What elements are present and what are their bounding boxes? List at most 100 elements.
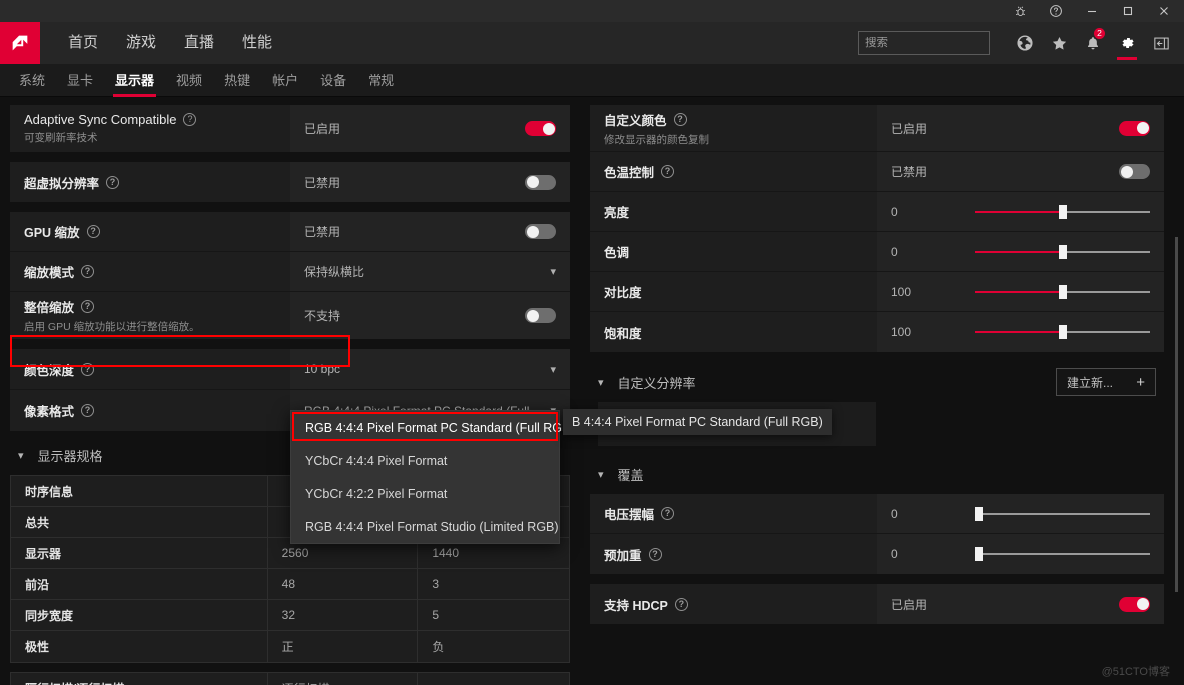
chevron-down-icon[interactable]: ▾ — [18, 449, 24, 462]
help-icon[interactable]: ? — [81, 362, 95, 376]
help-icon[interactable]: ? — [673, 112, 687, 126]
notifications-bell-icon[interactable]: 2 — [1076, 22, 1110, 64]
tab-system[interactable]: 系统 — [8, 64, 56, 97]
row-subtitle: 可变刷新率技术 — [24, 132, 98, 144]
contrast-slider[interactable] — [975, 284, 1150, 299]
tab-account[interactable]: 帐户 — [261, 64, 309, 97]
row-hdcp-support[interactable]: 支持 HDCP ? 已启用 — [590, 584, 1164, 624]
tab-graphics[interactable]: 显卡 — [56, 64, 104, 97]
tab-general[interactable]: 常规 — [357, 64, 405, 97]
row-adaptive-sync[interactable]: Adaptive Sync Compatible ? 可变刷新率技术 已启用 — [10, 105, 570, 152]
close-button[interactable] — [1146, 0, 1182, 22]
contrast-value: 100 — [891, 284, 912, 299]
row-value[interactable]: 保持纵横比 ▾ — [290, 252, 570, 291]
help-icon[interactable]: ? — [106, 175, 120, 189]
settings-tabbar: 系统 显卡 显示器 视频 热键 帐户 设备 常规 — [0, 64, 1184, 97]
star-icon[interactable] — [1042, 22, 1076, 64]
brightness-slider[interactable] — [975, 204, 1150, 219]
pixel-format-dropdown[interactable]: RGB 4:4:4 Pixel Format PC Standard (Full… — [290, 410, 575, 544]
row-color-depth[interactable]: 颜色深度 ? 10 bpc ▾ — [10, 349, 570, 390]
chevron-down-icon[interactable]: ▾ — [598, 376, 604, 389]
bug-report-icon[interactable] — [1002, 0, 1038, 22]
row-hue[interactable]: 色调 0 — [590, 232, 1164, 272]
tab-video[interactable]: 视频 — [165, 64, 213, 97]
custom-color-group: 自定义颜色 ? 修改显示器的颜色复制 已启用 色温控制 ? 已禁用 亮度 0 色… — [590, 105, 1164, 352]
row-value-text: 已禁用 — [304, 225, 341, 239]
settings-gear-icon[interactable] — [1110, 22, 1144, 64]
color-temp-toggle[interactable] — [1119, 164, 1150, 179]
help-icon[interactable]: ? — [674, 597, 688, 611]
custom-color-toggle[interactable] — [1119, 120, 1150, 136]
minimize-button[interactable] — [1074, 0, 1110, 22]
row-voltage-swing[interactable]: 电压摆幅 ? 0 — [590, 494, 1164, 534]
dropdown-option-rgb-limited[interactable]: RGB 4:4:4 Pixel Format Studio (Limited R… — [291, 510, 559, 543]
row-title: 预加重 — [604, 548, 642, 563]
help-icon[interactable]: ? — [648, 547, 662, 561]
help-icon[interactable] — [1038, 0, 1074, 22]
section-title: 显示器规格 — [37, 448, 103, 464]
help-icon[interactable]: ? — [86, 225, 100, 238]
voltage-swing-slider[interactable] — [974, 506, 1150, 521]
row-saturation[interactable]: 饱和度 100 — [590, 312, 1164, 352]
row-contrast[interactable]: 对比度 100 — [590, 272, 1164, 312]
section-title: 自定义分辨率 — [617, 375, 696, 391]
help-icon[interactable]: ? — [81, 265, 95, 278]
dropdown-option-ycbcr-444[interactable]: YCbCr 4:4:4 Pixel Format — [291, 444, 559, 477]
row-gpu-scaling[interactable]: GPU 缩放 ? 已禁用 — [10, 212, 570, 252]
dropdown-option-ycbcr-422[interactable]: YCbCr 4:2:2 Pixel Format — [291, 477, 559, 510]
collapse-panel-icon[interactable] — [1144, 22, 1178, 64]
row-custom-color[interactable]: 自定义颜色 ? 修改显示器的颜色复制 已启用 — [590, 105, 1164, 152]
pre-emphasis-slider[interactable] — [974, 547, 1150, 561]
nav-item-gaming[interactable]: 游戏 — [112, 22, 170, 64]
row-label: 整倍缩放 ? 启用 GPU 缩放功能以进行整倍缩放。 — [10, 292, 290, 339]
row-title: 颜色深度 — [24, 363, 75, 378]
nav-item-streaming[interactable]: 直播 — [170, 22, 228, 64]
amd-logo-icon[interactable] — [0, 22, 40, 64]
row-label: 支持 HDCP ? — [590, 584, 877, 624]
nav-item-performance[interactable]: 性能 — [228, 22, 286, 64]
nav-item-home[interactable]: 首页 — [54, 22, 112, 64]
help-icon[interactable]: ? — [661, 165, 675, 178]
globe-icon[interactable] — [1008, 22, 1042, 64]
chevron-down-icon[interactable]: ▾ — [550, 265, 556, 278]
virtual-super-resolution-group: 超虚拟分辨率 ? 已禁用 — [10, 162, 570, 202]
row-value[interactable]: 10 bpc ▾ — [290, 349, 570, 389]
row-pre-emphasis[interactable]: 预加重 ? 0 — [590, 534, 1164, 574]
help-icon[interactable]: ? — [183, 113, 197, 126]
adaptive-sync-toggle[interactable] — [525, 121, 556, 136]
cell-label: 显示器 — [11, 538, 268, 568]
integer-scaling-toggle[interactable] — [525, 308, 556, 323]
row-integer-scaling[interactable]: 整倍缩放 ? 启用 GPU 缩放功能以进行整倍缩放。 不支持 — [10, 292, 570, 339]
search-input[interactable] — [865, 37, 1019, 49]
help-icon[interactable]: ? — [81, 300, 95, 313]
table-row: 前沿 48 3 — [11, 569, 569, 600]
custom-resolution-section-header[interactable]: ▾ 自定义分辨率 建立新... + — [590, 362, 1164, 402]
row-title: 像素格式 — [24, 405, 75, 419]
maximize-button[interactable] — [1110, 0, 1146, 22]
saturation-slider[interactable] — [975, 325, 1150, 339]
tab-hotkeys[interactable]: 热键 — [213, 64, 261, 97]
gpu-scaling-toggle[interactable] — [525, 224, 556, 239]
search-box[interactable] — [858, 31, 1019, 55]
hue-slider[interactable] — [975, 244, 1150, 259]
vsr-toggle[interactable] — [525, 174, 556, 190]
row-virtual-super-resolution[interactable]: 超虚拟分辨率 ? 已禁用 — [10, 162, 570, 202]
tab-devices[interactable]: 设备 — [309, 64, 357, 97]
chevron-down-icon[interactable]: ▾ — [598, 468, 604, 481]
row-brightness[interactable]: 亮度 0 — [590, 192, 1164, 232]
row-color-temperature-control[interactable]: 色温控制 ? 已禁用 — [590, 152, 1164, 192]
overlay-section-header[interactable]: ▾ 覆盖 — [590, 454, 1164, 494]
help-icon[interactable]: ? — [81, 404, 95, 417]
help-icon[interactable]: ? — [661, 507, 675, 520]
chevron-down-icon[interactable]: ▾ — [550, 363, 556, 376]
cell-value-v: 5 — [432, 608, 440, 622]
dropdown-option-rgb-full[interactable]: RGB 4:4:4 Pixel Format PC Standard (Full… — [291, 411, 575, 444]
main-navigation-bar: 首页 游戏 直播 性能 搜索 2 — [0, 22, 1184, 64]
tab-display[interactable]: 显示器 — [104, 64, 165, 97]
create-new-resolution-button[interactable]: 建立新... + — [1056, 368, 1156, 396]
vertical-scrollbar[interactable] — [1175, 237, 1178, 592]
row-scaling-mode[interactable]: 缩放模式 ? 保持纵横比 ▾ — [10, 252, 570, 292]
hdcp-toggle[interactable] — [1119, 596, 1150, 612]
cell-value-h: 32 — [268, 600, 419, 630]
row-value: 不支持 — [290, 292, 570, 339]
